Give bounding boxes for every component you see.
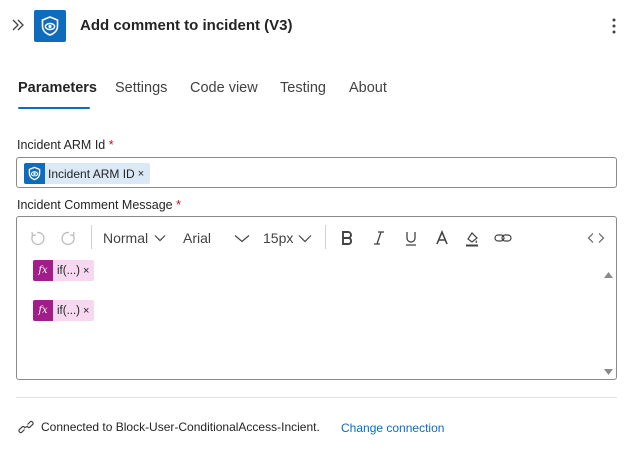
- action-title: Add comment to incident (V3): [80, 17, 293, 34]
- code-view-icon[interactable]: [587, 227, 605, 249]
- function-fx-icon: fx: [33, 260, 53, 281]
- tab-code-view[interactable]: Code view: [190, 80, 258, 96]
- font-family-dropdown[interactable]: Arial: [183, 227, 250, 249]
- italic-icon[interactable]: [372, 227, 386, 249]
- bold-icon[interactable]: [340, 227, 354, 249]
- underline-icon[interactable]: [404, 227, 418, 249]
- toolbar-divider: [91, 225, 92, 249]
- token-label: if(...): [57, 264, 80, 277]
- chevron-down-icon: [154, 235, 166, 242]
- tab-parameters[interactable]: Parameters: [18, 80, 97, 96]
- sentinel-shield-icon: [24, 163, 45, 184]
- incident-arm-id-field[interactable]: Incident ARM ID ×: [16, 157, 617, 188]
- highlight-icon[interactable]: [464, 227, 480, 249]
- collapse-panel-icon[interactable]: [9, 16, 27, 34]
- tab-settings[interactable]: Settings: [115, 80, 167, 96]
- sentinel-shield-icon: [34, 10, 66, 42]
- more-options-icon[interactable]: [606, 16, 622, 36]
- tab-testing[interactable]: Testing: [280, 80, 326, 96]
- scroll-down-icon[interactable]: [603, 364, 614, 379]
- redo-icon[interactable]: [61, 227, 77, 249]
- chevron-down-icon: [298, 234, 312, 242]
- incident-comment-label: Incident Comment Message *: [17, 198, 181, 212]
- change-connection-link[interactable]: Change connection: [341, 421, 444, 435]
- scrollbar-track[interactable]: [603, 279, 614, 361]
- required-marker: *: [176, 198, 181, 212]
- expression-token[interactable]: fx if(...) ×: [33, 300, 95, 321]
- block-format-dropdown[interactable]: Normal: [103, 227, 166, 249]
- token-label: Incident ARM ID: [48, 166, 135, 181]
- incident-arm-id-label: Incident ARM Id *: [17, 138, 114, 152]
- toolbar-divider: [325, 225, 326, 249]
- required-marker: *: [108, 138, 114, 152]
- editor-toolbar: Normal Arial 15px: [17, 217, 616, 257]
- font-size-dropdown[interactable]: 15px: [263, 227, 312, 249]
- text-color-icon[interactable]: [435, 227, 449, 249]
- chevron-down-icon: [234, 234, 250, 242]
- remove-token-icon[interactable]: ×: [83, 305, 89, 317]
- section-divider: [16, 397, 617, 398]
- expression-token[interactable]: fx if(...) ×: [33, 260, 95, 281]
- remove-token-icon[interactable]: ×: [83, 265, 89, 277]
- token-label: if(...): [57, 304, 80, 317]
- comment-rich-text-editor[interactable]: Normal Arial 15px fx if(...) × fx if(...…: [16, 216, 617, 380]
- active-tab-indicator: [18, 107, 90, 109]
- connection-link-icon: [18, 420, 34, 434]
- dynamic-content-token[interactable]: Incident ARM ID ×: [24, 163, 151, 184]
- tab-about[interactable]: About: [349, 80, 387, 96]
- undo-icon[interactable]: [29, 227, 45, 249]
- function-fx-icon: fx: [33, 300, 53, 321]
- link-icon[interactable]: [494, 227, 512, 249]
- panel-header: Add comment to incident (V3): [0, 0, 630, 52]
- connection-status: Connected to Block-User-ConditionalAcces…: [41, 420, 320, 434]
- remove-token-icon[interactable]: ×: [138, 168, 144, 180]
